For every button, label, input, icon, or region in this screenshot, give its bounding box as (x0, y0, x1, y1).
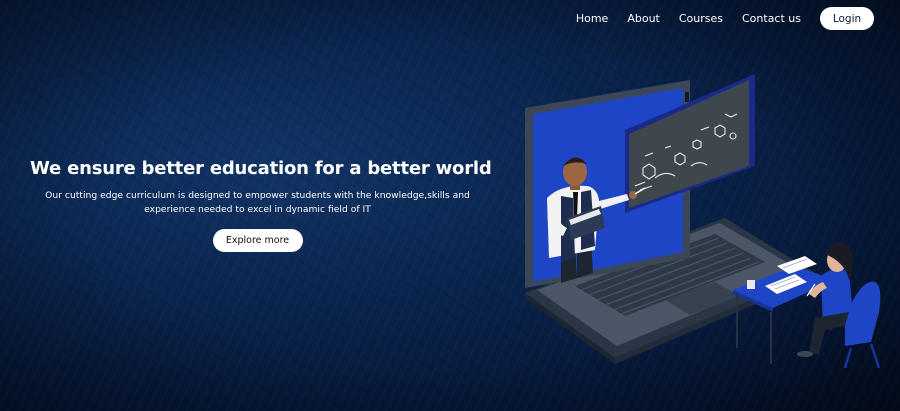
hero-description: Our cutting edge curriculum is designed … (45, 190, 470, 215)
top-nav: Home About Courses Contact us Login (576, 7, 874, 30)
nav-contact-link[interactable]: Contact us (742, 8, 801, 30)
online-education-illustration (525, 74, 881, 368)
login-button[interactable]: Login (820, 7, 874, 30)
nav-about-link[interactable]: About (627, 8, 660, 30)
nav-home-link[interactable]: Home (576, 8, 608, 30)
nav-courses-link[interactable]: Courses (679, 8, 723, 30)
hero-section: We ensure better education for a better … (30, 158, 492, 252)
explore-more-button[interactable]: Explore more (212, 229, 303, 252)
hero-title: We ensure better education for a better … (30, 158, 492, 179)
